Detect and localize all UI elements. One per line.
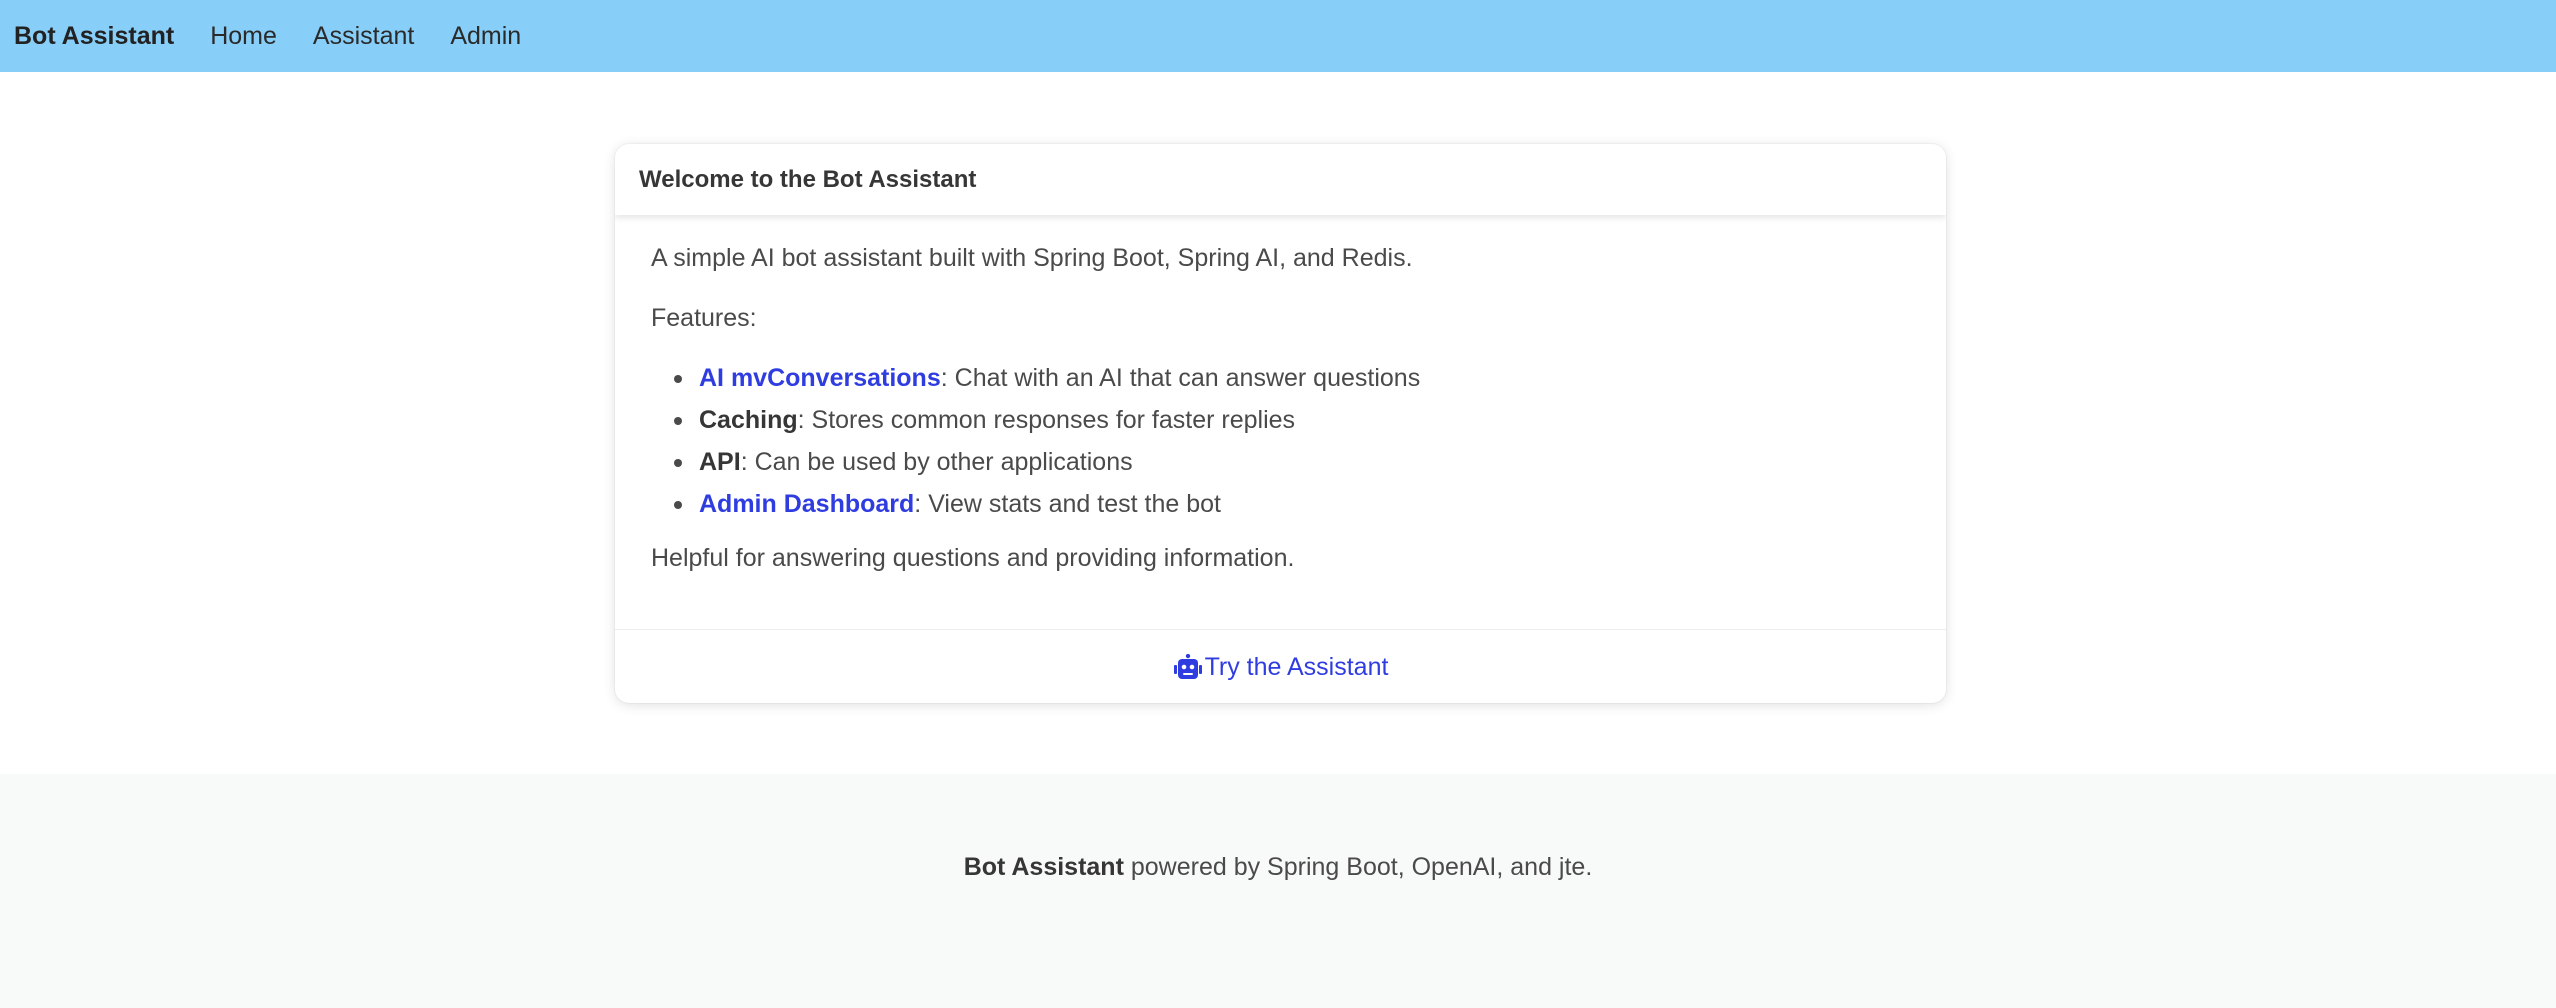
navbar-brand[interactable]: Bot Assistant	[14, 22, 174, 51]
feature-item: Caching: Stores common responses for fas…	[651, 402, 1420, 444]
robot-icon	[1173, 654, 1202, 679]
try-assistant-link[interactable]: Try the Assistant	[1173, 652, 1389, 682]
feature-link-admin-dashboard[interactable]: Admin Dashboard	[699, 490, 914, 518]
feature-name-caching: Caching	[699, 406, 798, 434]
bullet-icon	[674, 501, 682, 509]
bullet-icon	[674, 375, 682, 383]
card-footer: Try the Assistant	[615, 629, 1946, 703]
feature-item: AI mvConversations: Chat with an AI that…	[651, 360, 1420, 402]
features-heading: Features:	[651, 304, 757, 332]
intro-text: A simple AI bot assistant built with Spr…	[651, 244, 1413, 272]
card-title: Welcome to the Bot Assistant	[639, 165, 977, 193]
try-assistant-label: Try the Assistant	[1204, 652, 1389, 681]
footer-text: Bot Assistant powered by Spring Boot, Op…	[0, 849, 2556, 885]
bullet-icon	[674, 417, 682, 425]
top-navbar: Bot Assistant Home Assistant Admin	[0, 0, 2556, 72]
feature-item: API: Can be used by other applications	[651, 444, 1420, 486]
feature-description: : View stats and test the bot	[914, 490, 1221, 518]
bullet-icon	[674, 459, 682, 467]
feature-item: Admin Dashboard: View stats and test the…	[651, 486, 1420, 528]
footer-brand: Bot Assistant	[963, 853, 1124, 881]
page-footer: Bot Assistant powered by Spring Boot, Op…	[0, 774, 2556, 1008]
nav-item-admin[interactable]: Admin	[450, 22, 521, 51]
card-header: Welcome to the Bot Assistant	[615, 144, 1946, 215]
footer-credits: powered by Spring Boot, OpenAI, and jte.	[1123, 853, 1593, 881]
closing-text: Helpful for answering questions and prov…	[651, 544, 1295, 572]
feature-link-ai-conversations[interactable]: AI mvConversations	[699, 364, 941, 392]
feature-name-api: API	[699, 448, 741, 476]
feature-description: : Chat with an AI that can answer questi…	[940, 364, 1421, 392]
feature-description: : Stores common responses for faster rep…	[797, 406, 1296, 434]
feature-list: AI mvConversations: Chat with an AI that…	[651, 360, 1420, 528]
nav-item-assistant[interactable]: Assistant	[313, 22, 414, 51]
welcome-card: Welcome to the Bot Assistant A simple AI…	[615, 144, 1946, 703]
nav-item-home[interactable]: Home	[210, 22, 277, 51]
feature-description: : Can be used by other applications	[740, 448, 1133, 476]
